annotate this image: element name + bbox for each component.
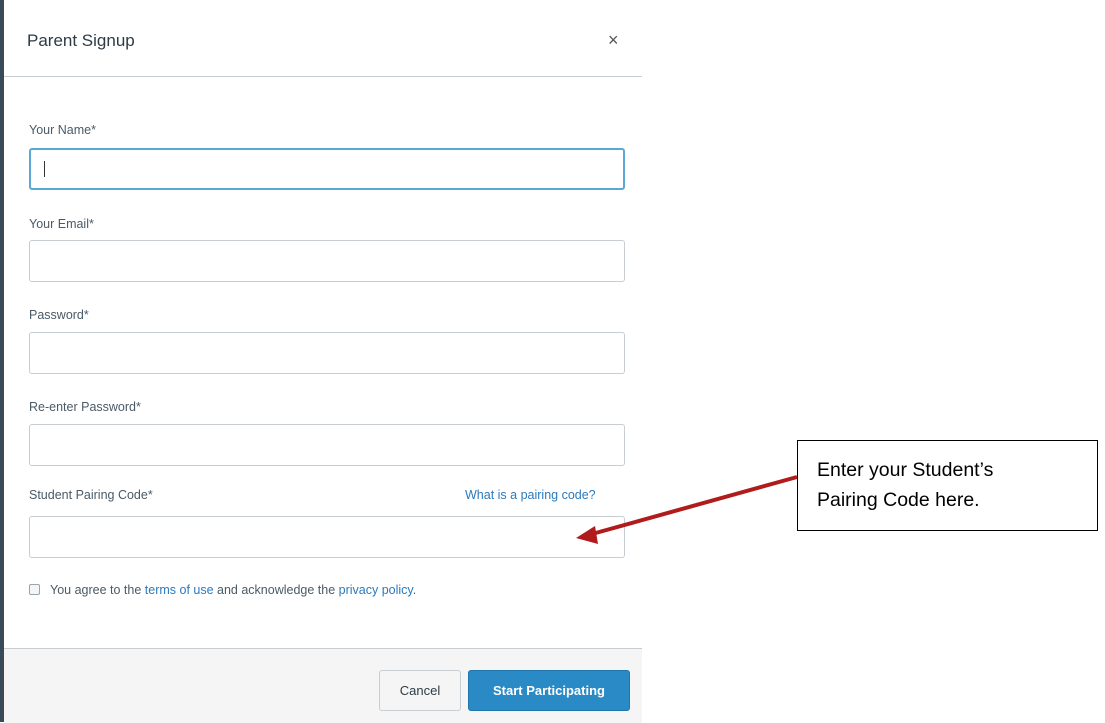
arrow-shaft xyxy=(591,475,798,536)
arrow-head xyxy=(576,526,598,544)
arrow-icon xyxy=(576,475,798,544)
